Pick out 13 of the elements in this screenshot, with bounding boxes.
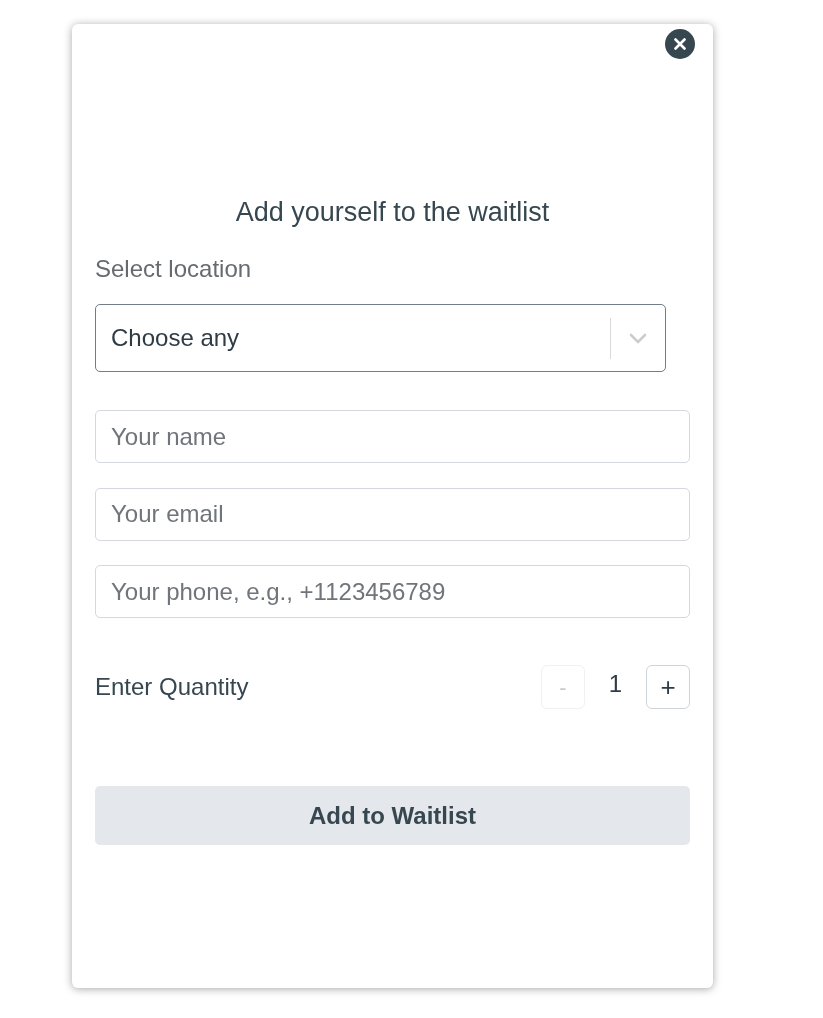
location-label: Select location <box>95 255 253 283</box>
input-field[interactable]: Your name <box>95 410 690 463</box>
input-field[interactable]: Your email <box>95 487 690 541</box>
location-select[interactable]: Choose any <box>95 304 666 372</box>
stepper-button[interactable]: + <box>646 665 690 709</box>
dialog-title: Add yourself to the waitlist <box>234 197 551 228</box>
quantity-label: Enter Quantity <box>95 672 249 702</box>
close-button[interactable] <box>665 29 695 59</box>
close-icon <box>674 38 686 50</box>
chevron-down-icon <box>629 332 647 344</box>
quantity-value: 1 <box>607 668 624 699</box>
add-to-waitlist-button[interactable]: Add to Waitlist <box>95 786 690 845</box>
input-field[interactable]: Your phone, e.g., +1123456789 <box>95 565 690 618</box>
